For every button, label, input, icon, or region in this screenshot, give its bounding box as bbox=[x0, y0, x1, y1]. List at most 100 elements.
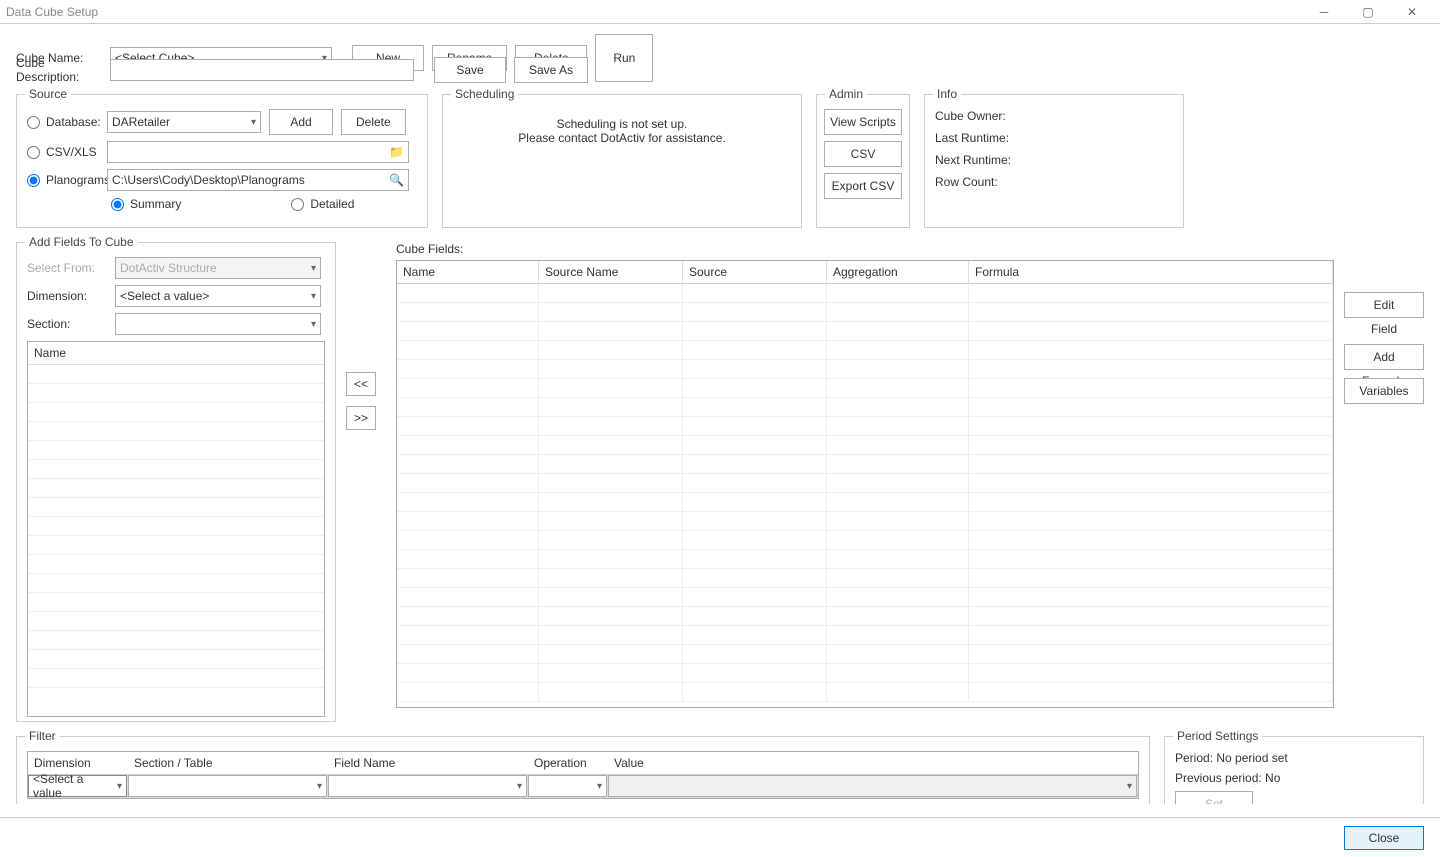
run-button[interactable]: Run bbox=[595, 34, 653, 82]
list-row[interactable] bbox=[28, 403, 324, 422]
table-row[interactable] bbox=[397, 341, 1333, 360]
list-row[interactable] bbox=[28, 536, 324, 555]
list-row[interactable] bbox=[28, 441, 324, 460]
dimension-select[interactable]: <Select a value>▾ bbox=[115, 285, 321, 307]
csv-delimiter-button[interactable]: CSV Delimiter bbox=[824, 141, 902, 167]
col-source-name[interactable]: Source Name bbox=[539, 261, 683, 284]
delete-db-button[interactable]: Delete bbox=[341, 109, 406, 135]
list-row[interactable] bbox=[28, 612, 324, 631]
save-as-button[interactable]: Save As bbox=[514, 57, 588, 83]
filter-dimension-select[interactable]: <Select a value▾ bbox=[28, 775, 127, 797]
table-row[interactable] bbox=[397, 645, 1333, 664]
filter-operation-select[interactable]: ▾ bbox=[528, 775, 607, 797]
next-runtime-label: Next Runtime: bbox=[935, 153, 1173, 167]
select-from-label: Select From: bbox=[27, 261, 107, 275]
list-row[interactable] bbox=[28, 574, 324, 593]
list-row[interactable] bbox=[28, 555, 324, 574]
table-row[interactable] bbox=[397, 683, 1333, 702]
table-row[interactable] bbox=[397, 303, 1333, 322]
table-row[interactable] bbox=[397, 322, 1333, 341]
table-row[interactable] bbox=[397, 531, 1333, 550]
table-row[interactable] bbox=[397, 284, 1333, 303]
chevron-down-icon: ▾ bbox=[311, 291, 316, 302]
csv-path-input[interactable]: 📁 bbox=[107, 141, 409, 163]
close-button[interactable]: Close bbox=[1344, 826, 1424, 850]
footer: Close bbox=[0, 817, 1440, 857]
move-right-button[interactable]: >> bbox=[346, 406, 376, 430]
table-row[interactable] bbox=[397, 417, 1333, 436]
list-row[interactable] bbox=[28, 422, 324, 441]
list-row[interactable] bbox=[28, 479, 324, 498]
chevron-down-icon: ▾ bbox=[311, 263, 316, 274]
search-icon[interactable]: 🔍 bbox=[389, 173, 404, 187]
filter-col-field[interactable]: Field Name bbox=[328, 752, 528, 775]
section-select[interactable]: ▾ bbox=[115, 313, 321, 335]
admin-group: Admin View Scripts CSV Delimiter Export … bbox=[816, 94, 910, 228]
table-row[interactable] bbox=[397, 626, 1333, 645]
table-row[interactable] bbox=[397, 664, 1333, 683]
table-row[interactable] bbox=[397, 436, 1333, 455]
col-source[interactable]: Source bbox=[683, 261, 827, 284]
filter-field-select[interactable]: ▾ bbox=[328, 775, 527, 797]
cube-desc-input[interactable] bbox=[110, 59, 414, 81]
filter-value-select[interactable]: ▾ bbox=[608, 775, 1137, 797]
planograms-radio[interactable]: Planograms: bbox=[27, 173, 99, 187]
chevron-down-icon: ▾ bbox=[1127, 781, 1132, 792]
table-row[interactable] bbox=[397, 607, 1333, 626]
table-row[interactable] bbox=[397, 550, 1333, 569]
add-db-button[interactable]: Add bbox=[269, 109, 333, 135]
list-row[interactable] bbox=[28, 650, 324, 669]
available-fields-list[interactable]: Name bbox=[27, 341, 325, 717]
export-csv-button[interactable]: Export CSV bbox=[824, 173, 902, 199]
filter-col-section[interactable]: Section / Table bbox=[128, 752, 328, 775]
filter-col-operation[interactable]: Operation bbox=[528, 752, 608, 775]
minimize-button[interactable]: ─ bbox=[1302, 0, 1346, 24]
cube-fields-table[interactable]: Name Source Name Source Aggregation Form… bbox=[396, 260, 1334, 708]
list-row[interactable] bbox=[28, 460, 324, 479]
table-row[interactable] bbox=[397, 588, 1333, 607]
row-count-label: Row Count: bbox=[935, 175, 1173, 189]
table-row[interactable] bbox=[397, 512, 1333, 531]
list-row[interactable] bbox=[28, 517, 324, 536]
list-row[interactable] bbox=[28, 384, 324, 403]
set-period-button[interactable]: Set Period bbox=[1175, 791, 1253, 804]
list-row[interactable] bbox=[28, 365, 324, 384]
col-name[interactable]: Name bbox=[397, 261, 539, 284]
save-button[interactable]: Save bbox=[434, 57, 506, 83]
table-row[interactable] bbox=[397, 360, 1333, 379]
table-row[interactable] bbox=[397, 379, 1333, 398]
list-row[interactable] bbox=[28, 631, 324, 650]
cube-desc-label: Cube Description: bbox=[16, 56, 102, 84]
list-row[interactable] bbox=[28, 669, 324, 688]
filter-col-value[interactable]: Value bbox=[608, 752, 1138, 775]
move-left-button[interactable]: << bbox=[346, 372, 376, 396]
database-select[interactable]: DARetailer▾ bbox=[107, 111, 261, 133]
col-formula[interactable]: Formula bbox=[969, 261, 1333, 284]
summary-radio[interactable]: Summary bbox=[111, 197, 181, 211]
table-row[interactable] bbox=[397, 474, 1333, 493]
list-row[interactable] bbox=[28, 498, 324, 517]
table-row[interactable] bbox=[397, 398, 1333, 417]
col-aggregation[interactable]: Aggregation bbox=[827, 261, 969, 284]
table-row[interactable] bbox=[397, 455, 1333, 474]
list-row[interactable] bbox=[28, 593, 324, 612]
variables-button[interactable]: Variables bbox=[1344, 378, 1424, 404]
detailed-radio[interactable]: Detailed bbox=[291, 197, 354, 211]
table-row[interactable] bbox=[397, 493, 1333, 512]
filter-section-select[interactable]: ▾ bbox=[128, 775, 327, 797]
table-row[interactable] bbox=[397, 569, 1333, 588]
close-window-button[interactable]: ✕ bbox=[1390, 0, 1434, 24]
edit-field-button[interactable]: Edit Field bbox=[1344, 292, 1424, 318]
filter-group: Filter Dimension Section / Table Field N… bbox=[16, 736, 1150, 804]
view-scripts-button[interactable]: View Scripts bbox=[824, 109, 902, 135]
add-formula-button[interactable]: Add Formula bbox=[1344, 344, 1424, 370]
chevron-down-icon: ▾ bbox=[251, 117, 256, 128]
scheduling-group: Scheduling Scheduling is not set up. Ple… bbox=[442, 94, 802, 228]
planograms-path-input[interactable]: C:\Users\Cody\Desktop\Planograms🔍 bbox=[107, 169, 409, 191]
maximize-button[interactable]: ▢ bbox=[1346, 0, 1390, 24]
folder-icon[interactable]: 📁 bbox=[389, 145, 404, 159]
csv-radio[interactable]: CSV/XLS bbox=[27, 145, 99, 159]
database-radio[interactable]: Database: bbox=[27, 115, 99, 129]
last-runtime-label: Last Runtime: bbox=[935, 131, 1173, 145]
scheduling-line1: Scheduling is not set up. bbox=[453, 117, 791, 131]
